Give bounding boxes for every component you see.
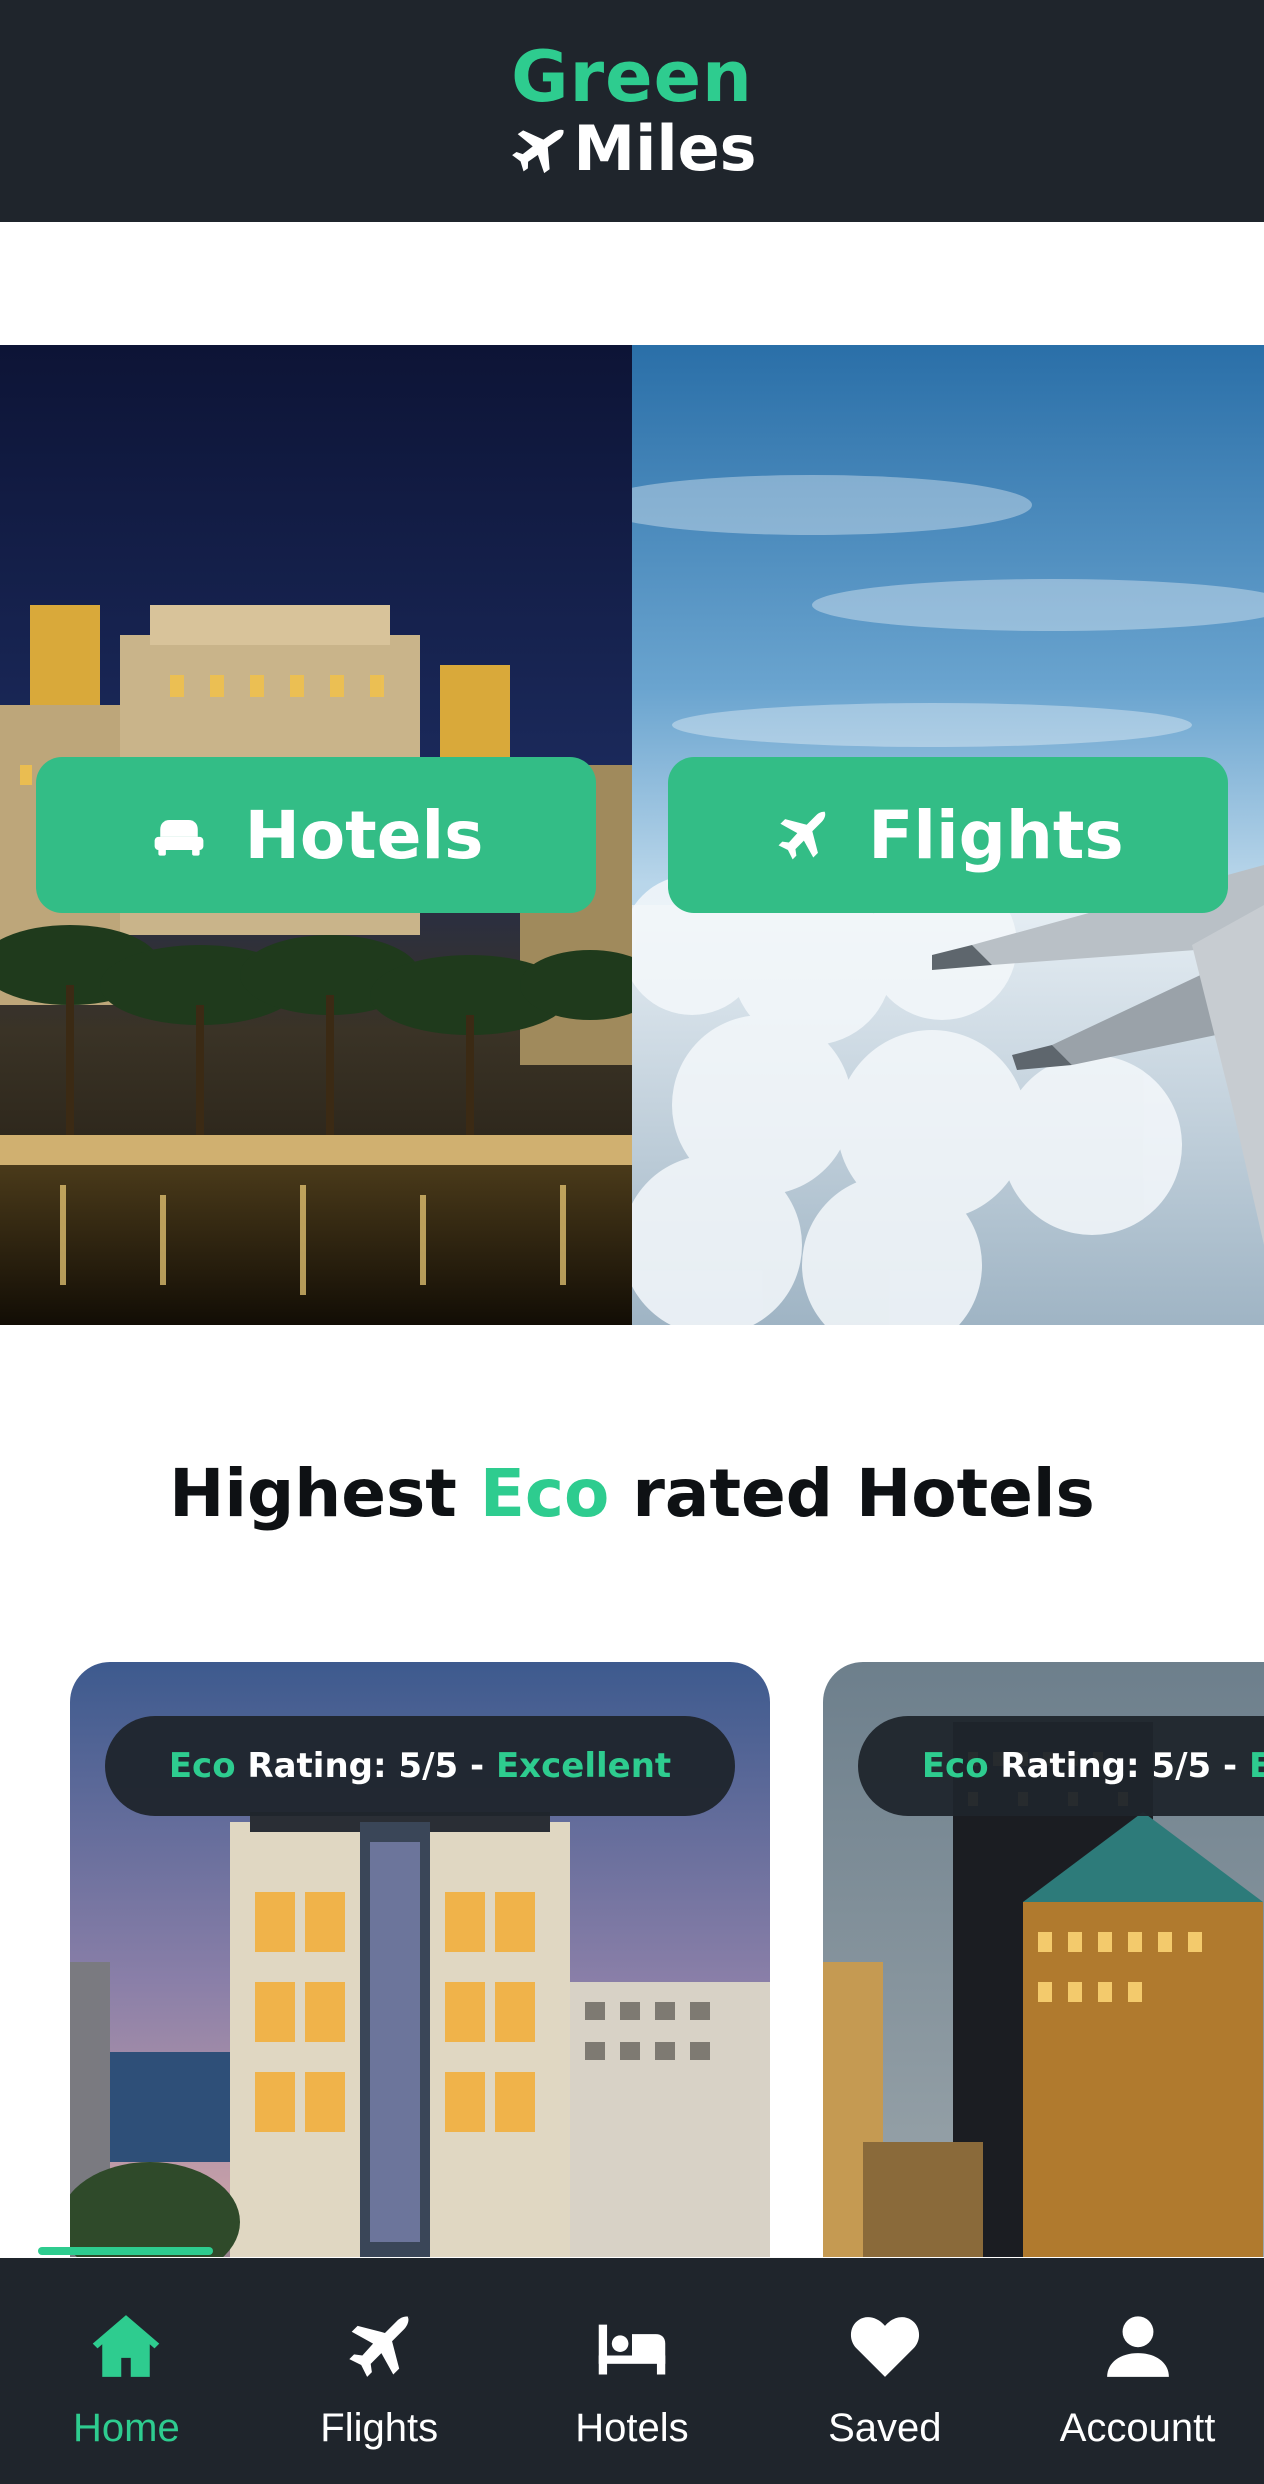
nav-item-flights[interactable]: Flights bbox=[253, 2258, 506, 2484]
nav-label-flights: Flights bbox=[320, 2406, 439, 2450]
logo-miles-row: Miles bbox=[507, 112, 757, 185]
logo-green-text: Green bbox=[511, 36, 753, 118]
home-icon bbox=[88, 2308, 164, 2384]
app-header: Green Miles bbox=[0, 0, 1264, 222]
flights-button-label: Flights bbox=[868, 796, 1124, 874]
hotel-card[interactable]: Eco Rating: 5/5 - Excellent bbox=[823, 1662, 1264, 2257]
rating-grade: Excellent bbox=[495, 1746, 672, 1786]
section-title-accent: Eco bbox=[479, 1455, 610, 1532]
nav-item-home[interactable]: Home bbox=[0, 2258, 253, 2484]
flights-button[interactable]: Flights bbox=[668, 757, 1228, 913]
rating-text: Rating: 5/5 - bbox=[988, 1746, 1249, 1786]
rating-eco-word: Eco bbox=[168, 1746, 236, 1786]
airplane-icon bbox=[507, 119, 567, 179]
section-title-suffix: rated Hotels bbox=[609, 1455, 1095, 1532]
nav-item-saved[interactable]: Saved bbox=[758, 2258, 1011, 2484]
hotel-carousel[interactable]: Eco Rating: 5/5 - Excellent Eco Rating: … bbox=[0, 1662, 1264, 2257]
eco-rating-badge: Eco Rating: 5/5 - Excellent bbox=[105, 1716, 735, 1816]
nav-label-home: Home bbox=[73, 2406, 180, 2450]
nav-item-hotels[interactable]: Hotels bbox=[506, 2258, 759, 2484]
hotels-hero-panel[interactable]: Hotels bbox=[0, 345, 632, 1325]
hotels-button[interactable]: Hotels bbox=[36, 757, 596, 913]
hero-split: Hotels Flights bbox=[0, 345, 1264, 1325]
heart-icon bbox=[847, 2308, 923, 2384]
nav-label-account: Accountt bbox=[1059, 2406, 1216, 2450]
section-title-prefix: Highest bbox=[169, 1455, 480, 1532]
logo-miles-text: Miles bbox=[573, 112, 757, 185]
rating-grade: Excellent bbox=[1248, 1746, 1264, 1786]
bottom-nav: Home Flights Hotels Saved Accountt bbox=[0, 2258, 1264, 2484]
user-icon bbox=[1100, 2308, 1176, 2384]
rating-text: Rating: 5/5 - bbox=[235, 1746, 496, 1786]
nav-label-hotels: Hotels bbox=[575, 2406, 689, 2450]
airplane-icon bbox=[772, 805, 832, 865]
nav-item-account[interactable]: Accountt bbox=[1011, 2258, 1264, 2484]
eco-rating-badge: Eco Rating: 5/5 - Excellent bbox=[858, 1716, 1264, 1816]
flights-hero-panel[interactable]: Flights bbox=[632, 345, 1264, 1325]
bed-icon bbox=[149, 805, 209, 865]
rating-eco-word: Eco bbox=[921, 1746, 989, 1786]
nav-label-saved: Saved bbox=[828, 2406, 942, 2450]
bed-icon bbox=[594, 2308, 670, 2384]
hotels-button-label: Hotels bbox=[244, 796, 484, 874]
airplane-icon bbox=[341, 2308, 417, 2384]
hotel-card[interactable]: Eco Rating: 5/5 - Excellent bbox=[70, 1662, 770, 2257]
carousel-scroll-indicator bbox=[38, 2247, 213, 2255]
section-title: Highest Eco rated Hotels bbox=[0, 1455, 1264, 1532]
